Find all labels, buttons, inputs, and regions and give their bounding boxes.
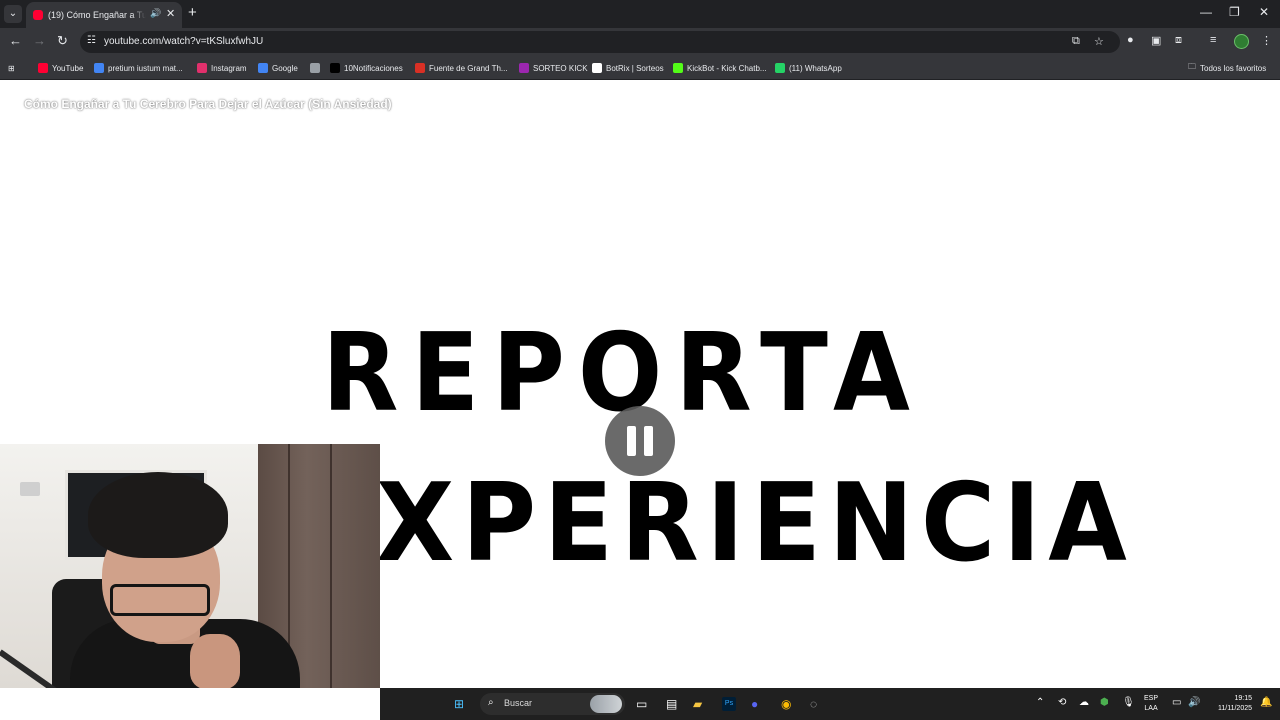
security-icon[interactable]: ⬢: [1100, 697, 1109, 708]
menu-kebab-icon[interactable]: ⋮: [1261, 34, 1272, 47]
youtube-icon: [38, 63, 48, 73]
taskbar-search[interactable]: ⌕ Buscar: [480, 693, 625, 715]
bookmark-label: YouTube: [52, 63, 84, 73]
printer-icon[interactable]: ▤: [666, 696, 677, 712]
all-bookmarks[interactable]: 🗀 Todos los favoritos: [1188, 61, 1266, 75]
apps-grid-icon[interactable]: ⊞: [8, 61, 15, 75]
profile-avatar[interactable]: [1234, 34, 1249, 49]
new-tab-button[interactable]: +: [188, 4, 197, 21]
bookmark-item[interactable]: 10Notificaciones: [330, 61, 403, 75]
kick-icon: [519, 63, 529, 73]
reading-list-icon[interactable]: ≡: [1210, 34, 1216, 46]
site-info-icon[interactable]: ☷: [87, 35, 96, 46]
bookmark-label: Fuente de Grand Th...: [429, 63, 508, 73]
install-app-icon[interactable]: ⧉: [1072, 35, 1080, 48]
tab-strip: ⌄ (19) Cómo Engañar a Tu Cerebro Para De…: [0, 0, 1280, 28]
bookmark-label: Google: [272, 63, 298, 73]
video-title: Cómo Engañar a Tu Cerebro Para Dejar el …: [24, 97, 392, 111]
bookmark-item[interactable]: [310, 61, 324, 75]
obs-icon[interactable]: ◌: [810, 696, 817, 712]
windows-taskbar: ⊞ ⌕ Buscar ▭ ▤ ▰ Ps ● ◉ ◌ ⌃ ⟲ ☁ ⬢ 🎙 ESP …: [380, 688, 1280, 720]
extension-2-icon[interactable]: ▣: [1151, 34, 1161, 47]
bookmark-label: Instagram: [211, 63, 247, 73]
network-icon[interactable]: ▭: [1172, 697, 1181, 708]
bookmark-item[interactable]: (11) WhatsApp: [775, 61, 842, 75]
botrix-icon: [592, 63, 602, 73]
search-icon: ⌕: [488, 697, 494, 708]
language-indicator[interactable]: ESP LAA: [1144, 694, 1158, 714]
forward-button[interactable]: →: [33, 33, 46, 48]
x-icon: [330, 63, 340, 73]
close-window-button[interactable]: ✕: [1259, 5, 1269, 19]
clock-time: 19:15: [1234, 695, 1252, 702]
search-placeholder: Buscar: [504, 698, 533, 708]
bookmark-item[interactable]: Fuente de Grand Th...: [415, 61, 508, 75]
globe-icon: [310, 63, 320, 73]
bookmark-item[interactable]: Instagram: [197, 61, 247, 75]
bookmark-item[interactable]: YouTube: [38, 61, 83, 75]
minimize-button[interactable]: —: [1200, 5, 1212, 19]
volume-icon[interactable]: 🔊: [1188, 697, 1200, 708]
task-view-icon[interactable]: ▭: [636, 696, 647, 712]
folder-icon[interactable]: ▰: [693, 696, 702, 712]
pause-icon[interactable]: [605, 406, 675, 476]
restore-button[interactable]: ❐: [1229, 5, 1240, 19]
language-line-2: LAA: [1144, 705, 1158, 712]
reload-button[interactable]: ↻: [57, 33, 68, 49]
all-bookmarks-label: Todos los favoritos: [1200, 63, 1267, 73]
bookmarks-bar: ⊞ YouTube pretium iustum mat... Instagram G…: [0, 56, 1280, 80]
google-icon: [258, 63, 268, 73]
address-bar[interactable]: ☷ youtube.com/watch?v=tKSluxfwhJU ⧉ ☆: [80, 31, 1120, 53]
bookmark-label: BotRix | Sorteos: [606, 63, 664, 73]
back-button[interactable]: ←: [9, 33, 22, 48]
tab-search-chevron-icon[interactable]: ⌄: [4, 5, 22, 23]
folder-icon: 🗀: [1188, 62, 1196, 71]
microphone-icon[interactable]: 🎙: [1122, 697, 1135, 708]
font-icon: [415, 63, 425, 73]
google-icon: [94, 63, 104, 73]
extensions-puzzle-icon[interactable]: ⧈: [1175, 34, 1182, 47]
discord-icon[interactable]: ●: [751, 696, 758, 712]
glasses: [110, 584, 210, 616]
person-hand: [190, 634, 240, 688]
bookmark-label: KickBot - Kick Chatb...: [687, 63, 767, 73]
photoshop-icon[interactable]: Ps: [722, 697, 736, 711]
bookmark-item[interactable]: BotRix | Sorteos: [592, 61, 664, 75]
video-text-line-2: XPERIENCIA: [376, 461, 1135, 586]
bookmark-item[interactable]: pretium iustum mat...: [94, 61, 183, 75]
light-switch: [20, 482, 40, 496]
bookmark-item[interactable]: SORTEO KICK: [519, 61, 588, 75]
bookmark-label: 10Notificaciones: [344, 63, 403, 73]
windows-icon[interactable]: ⊞: [454, 696, 464, 712]
person-hair: [88, 472, 228, 558]
url-text[interactable]: youtube.com/watch?v=tKSluxfwhJU: [104, 35, 263, 49]
language-line-1: ESP: [1144, 695, 1159, 702]
search-highlight-image: [590, 695, 622, 713]
speaker-icon[interactable]: 🔊: [150, 8, 161, 19]
youtube-favicon-icon: [33, 10, 43, 20]
notifications-icon[interactable]: 🔔: [1260, 697, 1272, 708]
chrome-icon[interactable]: ◉: [781, 696, 791, 712]
clock-date: 11/11/2025: [1218, 705, 1252, 712]
bookmark-item[interactable]: Google: [258, 61, 298, 75]
instagram-icon: [197, 63, 207, 73]
clock[interactable]: 19:15 11/11/2025: [1208, 694, 1252, 714]
tray-chevron-up-icon[interactable]: ⌃: [1036, 697, 1044, 708]
kickbot-icon: [673, 63, 683, 73]
bookmark-label: pretium iustum mat...: [108, 63, 183, 73]
tab-active[interactable]: (19) Cómo Engañar a Tu Cerebro Para Deja…: [26, 2, 182, 28]
bookmark-star-icon[interactable]: ☆: [1094, 35, 1104, 48]
bookmark-item[interactable]: KickBot - Kick Chatb...: [673, 61, 767, 75]
webcam-overlay: [0, 444, 380, 688]
whatsapp-icon: [775, 63, 785, 73]
tray-sync-icon[interactable]: ⟲: [1058, 697, 1066, 708]
close-tab-icon[interactable]: ✕: [166, 7, 175, 20]
bookmark-label: (11) WhatsApp: [789, 63, 842, 73]
tab-title: (19) Cómo Engañar a Tu Cerebro Para Deja…: [48, 10, 146, 20]
onedrive-icon[interactable]: ☁: [1079, 697, 1089, 708]
bookmark-label: SORTEO KICK: [533, 63, 588, 73]
video-player[interactable]: Cómo Engañar a Tu Cerebro Para Dejar el …: [0, 81, 1280, 688]
browser-toolbar: ← → ↻ ☷ youtube.com/watch?v=tKSluxfwhJU …: [0, 28, 1280, 56]
extension-icon[interactable]: ●: [1127, 34, 1134, 46]
